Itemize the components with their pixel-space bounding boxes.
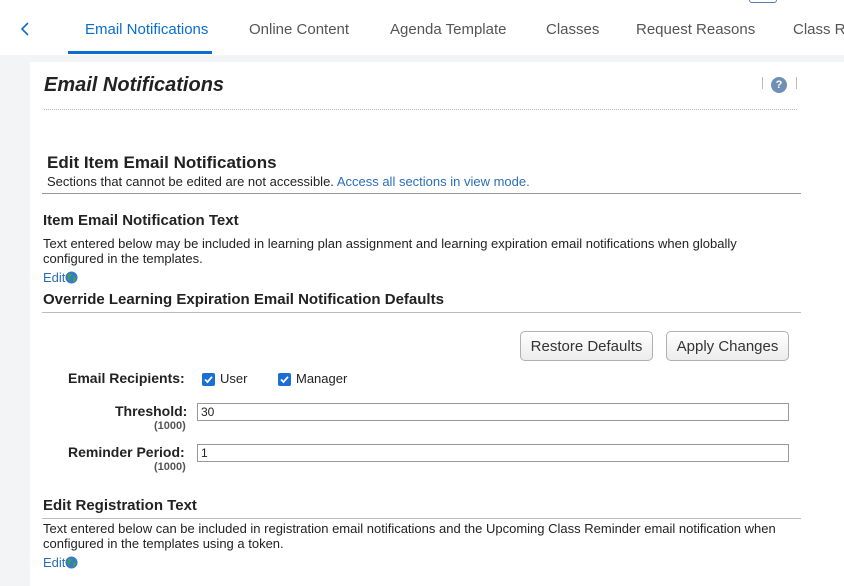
divider: [42, 312, 801, 313]
divider: [42, 518, 801, 519]
checkmark-icon: [204, 376, 213, 384]
reminder-period-label: Reminder Period:: [68, 444, 185, 460]
user-checkbox-label[interactable]: User: [220, 371, 247, 386]
threshold-hint: (1000): [154, 420, 186, 432]
threshold-input[interactable]: [197, 403, 789, 421]
override-heading: Override Learning Expiration Email Notif…: [43, 291, 444, 308]
separator: [762, 77, 763, 89]
tab-online-content[interactable]: Online Content: [249, 0, 349, 55]
reminder-period-hint: (1000): [154, 461, 186, 473]
registration-heading: Edit Registration Text: [43, 497, 197, 514]
view-mode-link[interactable]: Access all sections in view mode.: [337, 174, 530, 189]
globe-icon: [65, 556, 78, 569]
page-title: Email Notifications: [44, 74, 225, 96]
email-recipients-label: Email Recipients:: [68, 370, 185, 386]
registration-description: Text entered below can be included in re…: [43, 521, 776, 551]
reminder-period-input[interactable]: [197, 444, 789, 462]
tab-email-notifications[interactable]: Email Notifications: [67, 0, 213, 55]
item-text-heading: Item Email Notification Text: [43, 212, 239, 229]
edit-note: Sections that cannot be edited are not a…: [47, 174, 530, 189]
chevron-left-icon: [20, 22, 29, 36]
edit-note-text: Sections that cannot be edited are not a…: [47, 174, 337, 189]
left-gutter: [0, 62, 30, 586]
apply-changes-button[interactable]: Apply Changes: [666, 331, 789, 361]
globe-icon: [65, 271, 78, 284]
tab-agenda-template[interactable]: Agenda Template: [390, 0, 506, 55]
user-checkbox[interactable]: [202, 373, 215, 386]
restore-defaults-button[interactable]: Restore Defaults: [520, 331, 653, 361]
checkmark-icon: [280, 376, 289, 384]
tab-request-reasons[interactable]: Request Reasons: [636, 0, 755, 55]
item-text-description: Text entered below may be included in le…: [43, 236, 737, 266]
registration-edit-link[interactable]: Edit: [43, 555, 78, 570]
title-divider: [44, 109, 797, 110]
edit-label[interactable]: Edit: [43, 270, 65, 285]
manager-checkbox-label[interactable]: Manager: [296, 371, 347, 386]
tab-class-r[interactable]: Class R: [793, 0, 844, 55]
section-heading-edit-item: Edit Item Email Notifications: [47, 153, 277, 172]
overflow-indicator: [749, 0, 777, 3]
manager-checkbox[interactable]: [278, 373, 291, 386]
tab-classes[interactable]: Classes: [546, 0, 599, 55]
separator: [796, 77, 797, 89]
back-button[interactable]: [14, 14, 36, 44]
tab-bar: Email Notifications Online Content Agend…: [0, 0, 844, 55]
divider: [42, 193, 801, 194]
threshold-label: Threshold:: [115, 403, 188, 419]
item-text-edit-link[interactable]: Edit: [43, 270, 78, 285]
help-icon[interactable]: ?: [771, 77, 787, 93]
edit-label[interactable]: Edit: [43, 555, 65, 570]
